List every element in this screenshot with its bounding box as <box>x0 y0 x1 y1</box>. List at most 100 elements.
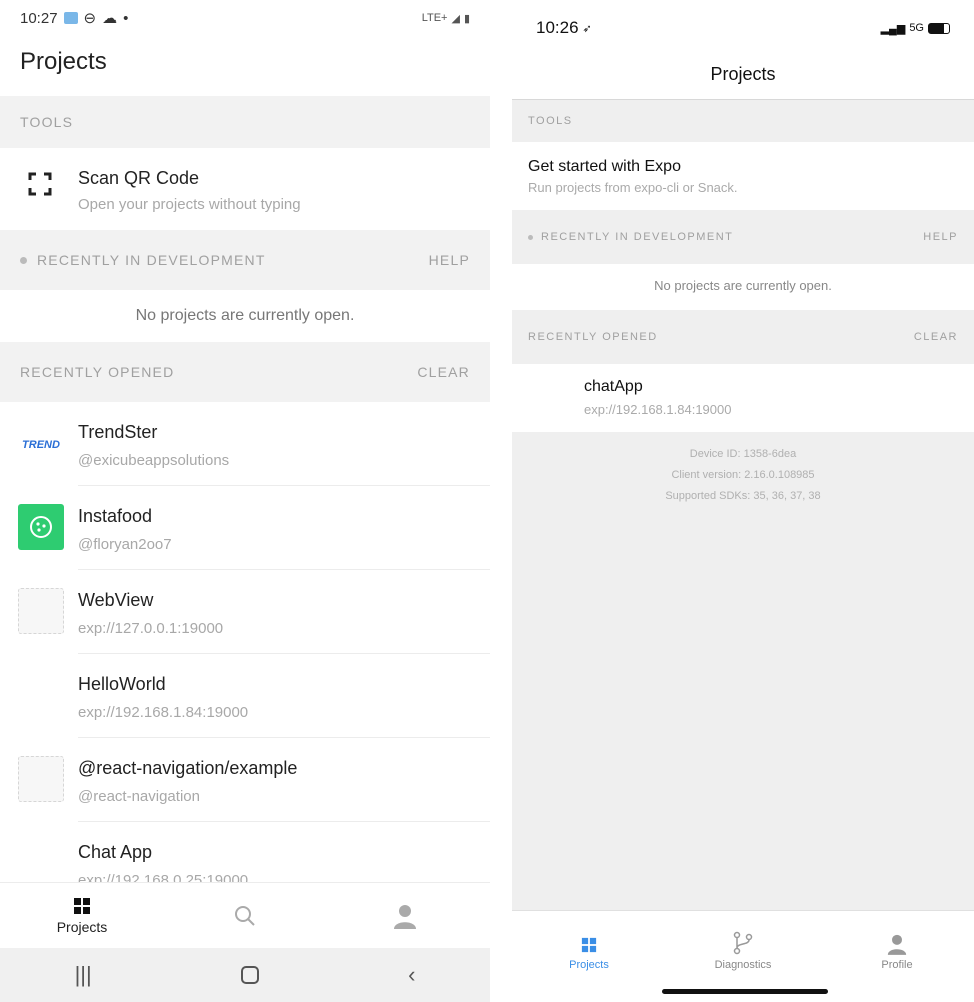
recents-button[interactable]: ||| <box>75 962 92 988</box>
project-title: TrendSter <box>78 422 158 442</box>
project-subtitle: exp://127.0.0.1:19000 <box>78 620 224 637</box>
project-title: WebView <box>78 590 154 610</box>
device-info: Device ID: 1358-6dea Client version: 2.1… <box>512 444 974 507</box>
android-tab-bar: Projects <box>0 882 490 948</box>
tab-diagnostics[interactable]: Diagnostics <box>666 911 820 971</box>
status-time: 10:26 <box>536 18 579 37</box>
ios-status-bar: 10:26 ➶ ▂▄▆ 5G <box>512 0 974 56</box>
tab-profile[interactable]: Profile <box>820 911 974 971</box>
supported-sdks: Supported SDKs: 35, 36, 37, 38 <box>665 490 821 502</box>
grid-icon <box>74 898 90 914</box>
project-subtitle: @floryan2oo7 <box>78 536 172 553</box>
panel-divider <box>490 0 512 1002</box>
help-link[interactable]: HELP <box>923 231 958 243</box>
project-row-trendster[interactable]: TREND TrendSter @exicubeappsolutions <box>0 402 490 486</box>
project-subtitle: exp://192.168.1.84:19000 <box>584 402 732 417</box>
dot-icon: • <box>123 9 129 27</box>
scan-qr-row[interactable]: Scan QR Code Open your projects without … <box>0 148 490 230</box>
recent-header-label: RECENTLY OPENED <box>528 331 658 343</box>
scan-qr-subtitle: Open your projects without typing <box>78 196 301 213</box>
project-subtitle: @exicubeappsolutions <box>78 452 230 469</box>
tools-section-header: TOOLS <box>512 100 974 142</box>
scan-qr-icon <box>28 172 52 196</box>
project-title: chatApp <box>584 378 643 395</box>
page-title: Projects <box>20 48 107 75</box>
project-row-instafood[interactable]: Instafood @floryan2oo7 <box>0 486 490 570</box>
project-row-react-navigation[interactable]: @react-navigation/example @react-navigat… <box>0 738 490 822</box>
signal-icon: ▂▄▆ <box>880 22 906 35</box>
tab-projects-label: Projects <box>569 959 609 971</box>
gallery-icon <box>63 12 78 24</box>
project-subtitle: exp://192.168.1.84:19000 <box>78 704 249 721</box>
ios-tab-bar: Projects Diagnostics Profile <box>512 910 974 1002</box>
network-label: 5G <box>909 22 924 34</box>
android-nav-bar: ||| ‹ <box>0 948 490 1002</box>
ios-screen: 10:26 ➶ ▂▄▆ 5G Projects TOOLS Get starte… <box>512 0 974 1002</box>
person-icon <box>887 934 907 955</box>
dev-empty-message: No projects are currently open. <box>512 264 974 310</box>
person-icon <box>394 905 416 929</box>
dot-icon <box>20 256 27 264</box>
dnd-icon: ⊖ <box>83 10 97 27</box>
project-title: HelloWorld <box>78 674 166 694</box>
recent-section-header: RECENTLY OPENED CLEAR <box>0 342 490 402</box>
tab-projects[interactable]: Projects <box>40 883 124 949</box>
back-button[interactable]: ‹ <box>408 962 415 988</box>
tab-projects-label: Projects <box>56 919 108 935</box>
search-icon <box>235 906 255 926</box>
cloud-icon: ☁ <box>102 10 118 27</box>
scan-qr-title: Scan QR Code <box>78 168 200 188</box>
clear-link[interactable]: CLEAR <box>417 364 470 380</box>
network-type-label: LTE+ <box>421 12 448 24</box>
tools-header-label: TOOLS <box>528 115 573 127</box>
battery-icon <box>928 22 950 34</box>
get-started-subtitle: Run projects from expo-cli or Snack. <box>528 180 738 195</box>
recent-section-header: RECENTLY OPENED CLEAR <box>512 310 974 364</box>
git-branch-icon <box>733 931 753 955</box>
dev-empty-message: No projects are currently open. <box>0 290 490 342</box>
dot-icon <box>528 234 533 240</box>
project-placeholder-icon <box>18 756 64 802</box>
project-row-webview[interactable]: WebView exp://127.0.0.1:19000 <box>0 570 490 654</box>
project-row-chat-app[interactable]: Chat App exp://192.168.0.25:19000 <box>0 822 490 882</box>
recent-header-label: RECENTLY OPENED <box>20 364 175 380</box>
clear-link[interactable]: CLEAR <box>914 331 958 343</box>
battery-icon: ▮ <box>463 12 470 25</box>
get-started-title: Get started with Expo <box>528 158 681 175</box>
cookie-icon <box>30 516 52 538</box>
android-status-bar: 10:27 ⊖ ☁ • LTE+ ◢ ▮ <box>0 0 490 36</box>
tab-search[interactable] <box>220 883 270 949</box>
dev-section-header: RECENTLY IN DEVELOPMENT HELP <box>512 210 974 264</box>
project-row-helloworld[interactable]: HelloWorld exp://192.168.1.84:19000 <box>0 654 490 738</box>
location-icon: ➶ <box>582 22 592 35</box>
grid-icon <box>581 937 597 953</box>
project-row-chatapp[interactable]: chatApp exp://192.168.1.84:19000 <box>512 364 974 432</box>
tools-header-label: TOOLS <box>20 114 74 130</box>
signal-icon: ◢ <box>451 12 460 25</box>
tab-projects[interactable]: Projects <box>512 911 666 971</box>
project-title: @react-navigation/example <box>78 758 298 778</box>
tab-profile[interactable] <box>380 883 430 949</box>
project-subtitle: @react-navigation <box>78 788 200 805</box>
page-title: Projects <box>512 56 974 100</box>
get-started-row[interactable]: Get started with Expo Run projects from … <box>512 142 974 210</box>
tab-profile-label: Profile <box>881 959 913 971</box>
android-screen: 10:27 ⊖ ☁ • LTE+ ◢ ▮ Projects TOOLS Scan… <box>0 0 490 1002</box>
tools-section-header: TOOLS <box>0 96 490 148</box>
project-title: Instafood <box>78 506 153 526</box>
home-button[interactable] <box>240 966 259 984</box>
home-indicator[interactable] <box>662 989 828 994</box>
client-version: Client version: 2.16.0.108985 <box>671 469 815 481</box>
screenshot-root: 10:27 ⊖ ☁ • LTE+ ◢ ▮ Projects TOOLS Scan… <box>0 0 974 1002</box>
dev-section-header: RECENTLY IN DEVELOPMENT HELP <box>0 230 490 290</box>
project-title: Chat App <box>78 842 153 862</box>
status-time: 10:27 <box>20 9 58 27</box>
tab-diagnostics-label: Diagnostics <box>714 959 772 971</box>
dev-header-label: RECENTLY IN DEVELOPMENT <box>37 252 266 268</box>
project-placeholder-icon <box>18 588 64 634</box>
dev-header-label: RECENTLY IN DEVELOPMENT <box>541 231 734 243</box>
trendster-logo: TREND <box>22 439 60 451</box>
help-link[interactable]: HELP <box>429 252 470 268</box>
device-id: Device ID: 1358-6dea <box>689 448 797 460</box>
project-subtitle: exp://192.168.0.25:19000 <box>78 872 249 882</box>
